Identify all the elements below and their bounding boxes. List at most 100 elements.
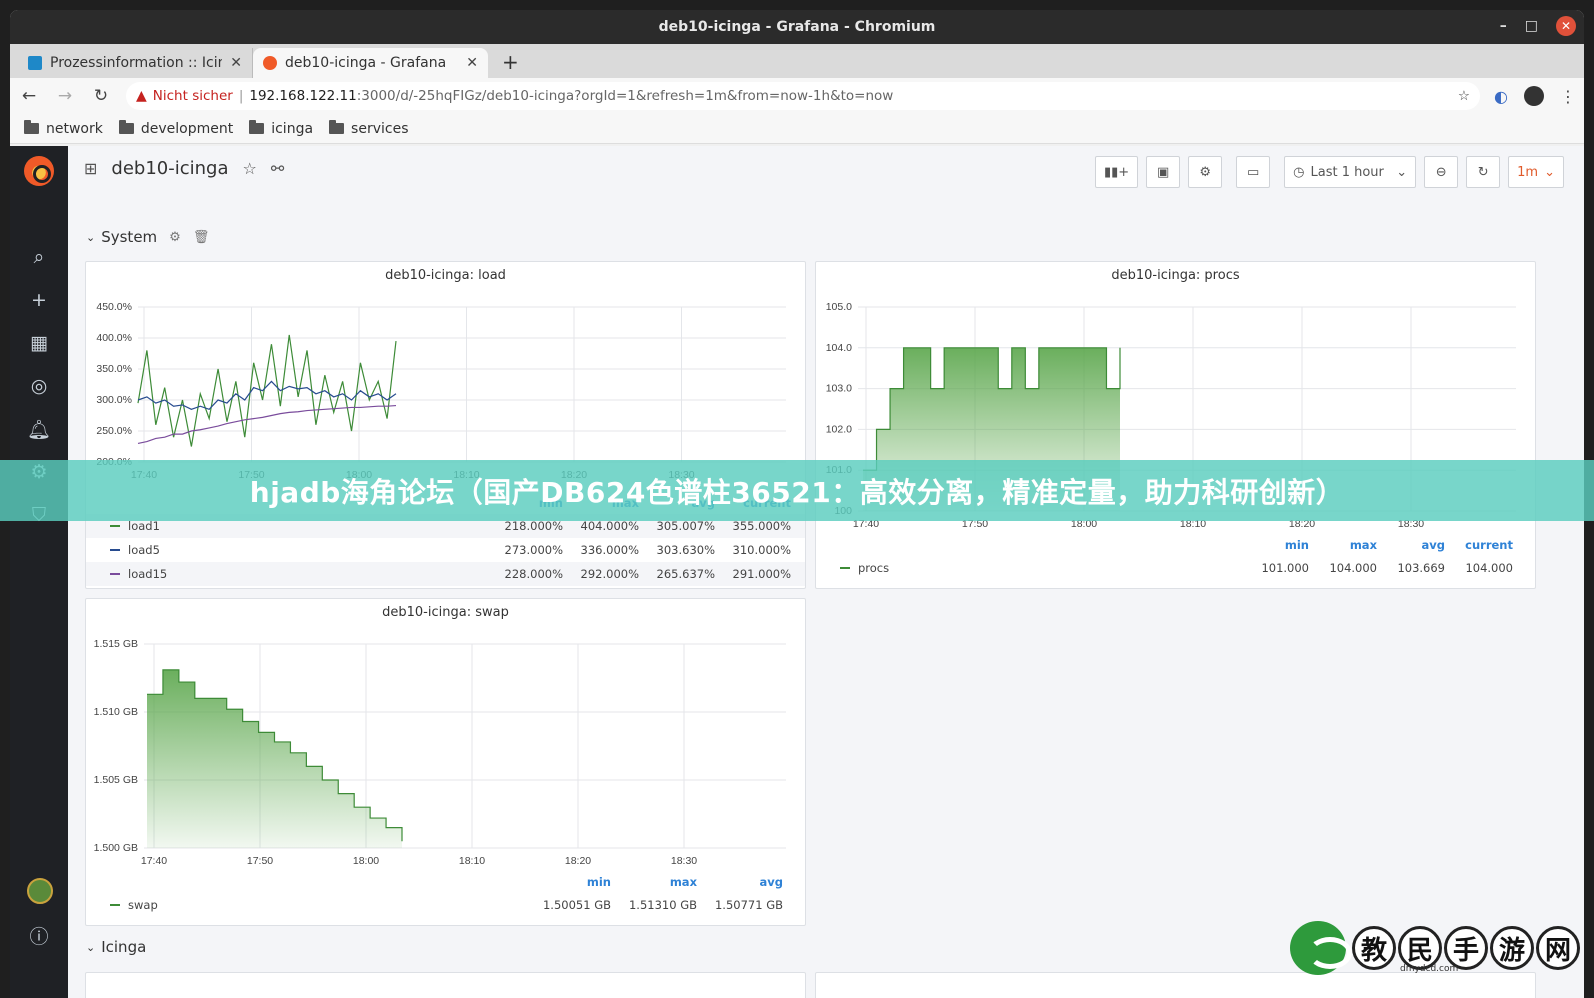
series-line-load1 [137,334,397,447]
create-plus-icon[interactable]: + [10,289,68,311]
legend-value: 355.000% [732,519,791,533]
zoom-out-icon: ⊖ [1435,164,1447,180]
maximize-icon[interactable]: □ [1525,18,1538,34]
y-tick-label: 350.0% [96,363,132,375]
x-tick-label: 18:20 [565,855,591,867]
menu-kebab-icon[interactable]: ⋮ [1560,87,1576,106]
dashboard-toolbar: ▮▮+ ▣ ⚙ ▭ ◷ Last 1 hour ⌄ ⊖ ↻ 1m ⌄ [1094,156,1564,188]
clock-icon: ◷ [1293,164,1305,180]
dashboards-grid-icon[interactable]: ▦ [10,332,68,354]
save-icon: ▣ [1157,164,1170,180]
tab-close-icon[interactable]: ✕ [466,55,478,71]
extension-icon[interactable]: ◐ [1494,87,1508,106]
legend-col-max[interactable]: max [1309,538,1377,556]
help-icon[interactable]: ⓘ [10,922,68,949]
panel-icinga-left[interactable] [85,972,806,998]
series-name: swap [128,898,158,912]
legend-col-min[interactable]: min [1241,538,1309,556]
dashboard-settings-button[interactable]: ⚙ [1188,156,1223,188]
new-tab-icon[interactable]: + [488,50,533,78]
legend-col-avg[interactable]: avg [697,875,784,893]
refresh-button[interactable]: ↻ [1466,156,1501,188]
legend-row-swap[interactable]: swap 1.50051 GB 1.51310 GB 1.50771 GB [86,893,805,917]
grafana-favicon-icon [263,56,277,70]
tab-label: deb10-icinga - Grafana [285,55,447,71]
zoom-out-button[interactable]: ⊖ [1424,156,1459,188]
legend-col-avg[interactable]: avg [1377,538,1446,556]
panel-swap[interactable]: deb10-icinga: swap 1.515 GB 1.510 GB 1.505… [85,598,806,926]
row-settings-gear-icon[interactable]: ⚙ [169,230,181,245]
row-delete-trash-icon[interactable]: 🗑︎ [193,230,210,245]
legend-col-min[interactable]: min [525,875,611,893]
tab-grafana[interactable]: deb10-icinga - Grafana ✕ [253,48,488,78]
tab-close-icon[interactable]: ✕ [230,55,242,71]
view-mode-button[interactable]: ▭ [1236,156,1271,188]
tab-prozessinformation[interactable]: Prozessinformation :: Icin ✕ [18,48,253,78]
y-tick-label: 1.505 GB [94,774,138,786]
search-icon[interactable]: ⌕ [10,246,68,268]
folder-icon [118,120,134,134]
y-tick-label: 104.0 [826,342,852,354]
reload-icon[interactable]: ↻ [90,86,112,106]
bookmark-network[interactable]: network [24,120,103,137]
bookmark-services[interactable]: services [329,120,409,137]
user-avatar[interactable] [27,878,53,904]
address-bar[interactable]: ▲ Nicht sicher | 192.168.122.11:3000/d/-… [126,82,1481,110]
url-host: 192.168.122.11 [249,88,357,104]
bookmark-icinga[interactable]: icinga [249,120,313,137]
gear-icon: ⚙ [1199,164,1211,180]
minimize-icon[interactable]: – [1500,18,1507,34]
star-icon[interactable]: ☆ [243,159,257,178]
add-panel-button[interactable]: ▮▮+ [1094,156,1139,188]
legend-value: 305.007% [656,519,715,533]
browser-actions: ◐ ⋮ [1494,86,1576,106]
time-picker-button[interactable]: ◷ Last 1 hour ⌄ [1284,156,1417,188]
y-tick-label: 102.0 [826,423,852,435]
watermark-logo-icon [1290,921,1352,975]
legend-row-load15[interactable]: load15 228.000% 292.000% 265.637% 291.00… [86,562,805,586]
forward-icon[interactable]: → [54,86,76,106]
navigation-bar: ← → ↻ ▲ Nicht sicher | 192.168.122.11:30… [10,78,1584,114]
add-panel-icon: ▮▮+ [1103,164,1130,180]
panel-load[interactable]: deb10-icinga: load 450.0% 400.0% 350.0% 300… [85,261,806,589]
legend-col-max[interactable]: max [611,875,697,893]
tab-label: Prozessinformation :: Icin [50,55,223,71]
legend-value: 336.000% [580,543,639,557]
legend-value: 1.50051 GB [542,898,611,912]
legend-value: 292.000% [580,567,639,581]
bookmark-star-icon[interactable]: ☆ [1458,88,1470,104]
refresh-interval-select[interactable]: 1m ⌄ [1508,156,1564,188]
bookmark-development[interactable]: development [118,120,234,137]
alerting-bell-icon[interactable]: 🔔︎ [10,418,68,441]
explore-compass-icon[interactable]: ◎ [10,375,68,397]
series-name: load5 [128,543,160,557]
y-tick-label: 250.0% [96,425,132,437]
profile-avatar-icon[interactable] [1524,86,1544,106]
y-tick-label: 105.0 [826,301,852,313]
legend-value: 310.000% [732,543,791,557]
legend-value: 265.637% [656,567,715,581]
legend-col-current[interactable]: current [1445,538,1513,556]
legend-row-procs[interactable]: procs 101.000 104.000 103.669 104.000 [816,556,1535,580]
row-icinga[interactable]: ⌄ Icinga [86,938,146,956]
x-tick-label: 17:40 [141,855,167,867]
security-status[interactable]: Nicht sicher [153,88,233,104]
series-name: load1 [128,519,160,533]
grafana-logo-icon[interactable] [24,156,54,186]
legend-row-load5[interactable]: load5 273.000% 336.000% 303.630% 310.000… [86,538,805,562]
y-tick-label: 103.0 [826,383,852,395]
window-title: deb10-icinga - Grafana - Chromium [658,19,936,35]
panel-procs[interactable]: deb10-icinga: procs 105.0 104.0 103.0 102.0… [815,261,1536,589]
series-name: load15 [128,567,168,581]
dashboard-title[interactable]: deb10-icinga [111,158,228,179]
save-dashboard-button[interactable]: ▣ [1146,156,1181,188]
watermark-url: dmydcd.com [1400,964,1459,974]
back-icon[interactable]: ← [18,86,40,106]
bookmark-label: development [140,120,234,137]
x-tick-label: 18:30 [671,855,697,867]
refresh-interval-value: 1m [1517,164,1539,180]
close-window-icon[interactable]: ✕ [1556,16,1576,36]
row-system[interactable]: ⌄ System ⚙ 🗑︎ [86,228,209,246]
share-icon[interactable]: ⚯ [271,159,284,178]
y-tick-label: 1.500 GB [94,842,138,854]
